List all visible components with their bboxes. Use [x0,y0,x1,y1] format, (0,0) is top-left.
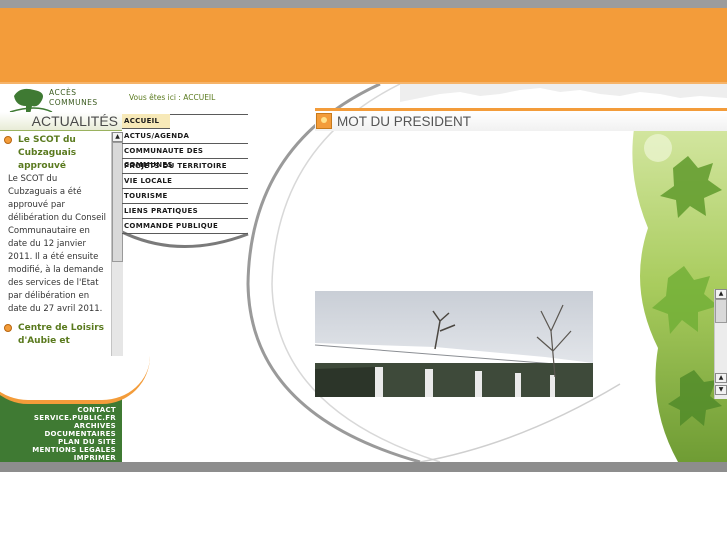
news-bullet-icon [4,324,12,332]
footer-link-archives[interactable]: ARCHIVES DOCUMENTAIRES [0,422,116,438]
scroll-thumb[interactable] [715,299,727,323]
content-scrollbar[interactable]: ▲ ▲ ▼ [714,289,727,399]
news-title-text[interactable]: Centre de Loisirs d'Aubie et [18,323,104,346]
page-title: MOT DU PRESIDENT [337,114,472,129]
logo-text: ACCÈS COMMUNES [49,88,98,108]
bottom-border [0,462,727,472]
nav-item-commande-publique[interactable]: COMMANDE PUBLIQUE [122,219,248,234]
nav-item-actus-agenda[interactable]: ACTUS/AGENDA [122,129,248,144]
nav-item-tourisme[interactable]: TOURISME [122,189,248,204]
footer-link-mentions-legales[interactable]: MENTIONS LEGALES [0,446,116,454]
nav-item-liens-pratiques[interactable]: LIENS PRATIQUES [122,204,248,219]
footer-link-service-public[interactable]: SERVICE.PUBLIC.FR [0,414,116,422]
news-list: Le SCOT du Cubzaguais approuvé Le SCOT d… [4,134,108,382]
news-item: Le SCOT du Cubzaguais approuvé Le SCOT d… [4,134,108,316]
news-item-title[interactable]: Le SCOT du Cubzaguais approuvé [4,134,108,173]
nav-item-projets[interactable]: PROJETS DU TERRITOIRE [122,159,248,174]
nav-item-communaute[interactable]: COMMUNAUTE DES COMMUNES [122,144,248,169]
scroll-up-icon[interactable]: ▲ [715,373,727,383]
actualites-header: ACTUALITÉS [0,112,122,131]
grape-leaves-image [632,108,727,462]
breadcrumb: Vous êtes ici : ACCUEIL [129,93,216,102]
content-title-bar: MOT DU PRESIDENT [315,108,727,131]
news-bullet-icon [4,136,12,144]
page-frame: ACCÈS COMMUNES ACTUALITÉS Le SCOT du Cub… [0,84,727,472]
footer-link-contact[interactable]: CONTACT [0,406,116,414]
left-column: ACCÈS COMMUNES ACTUALITÉS Le SCOT du Cub… [0,84,150,462]
footer-link-plan-du-site[interactable]: PLAN DU SITE [0,438,116,446]
scroll-up-icon[interactable]: ▲ [715,289,727,299]
main-nav: ACCUEIL ACTUS/AGENDA COMMUNAUTE DES COMM… [122,114,248,234]
header-banner [0,8,727,82]
news-item-title[interactable]: Centre de Loisirs d'Aubie et [4,322,108,348]
logo-line2: COMMUNES [49,98,98,107]
actualites-title: ACTUALITÉS [31,113,118,129]
nav-item-accueil[interactable]: ACCUEIL [122,114,170,129]
footer-links-panel: CONTACT SERVICE.PUBLIC.FR ARCHIVES DOCUM… [0,356,150,462]
top-border [0,0,727,8]
building-photo [315,291,593,397]
footer-links: CONTACT SERVICE.PUBLIC.FR ARCHIVES DOCUM… [0,406,116,462]
scroll-down-icon[interactable]: ▼ [715,385,727,395]
news-title-text[interactable]: Le SCOT du Cubzaguais approuvé [18,135,76,171]
nav-item-vie-locale[interactable]: VIE LOCALE [122,174,248,189]
title-icon [316,113,332,129]
news-item: Centre de Loisirs d'Aubie et [4,322,108,348]
footer-link-imprimer[interactable]: IMPRIMER [0,454,116,462]
logo-line1: ACCÈS [49,88,77,97]
news-item-body: Le SCOT du Cubzaguais a été approuvé par… [8,174,107,314]
